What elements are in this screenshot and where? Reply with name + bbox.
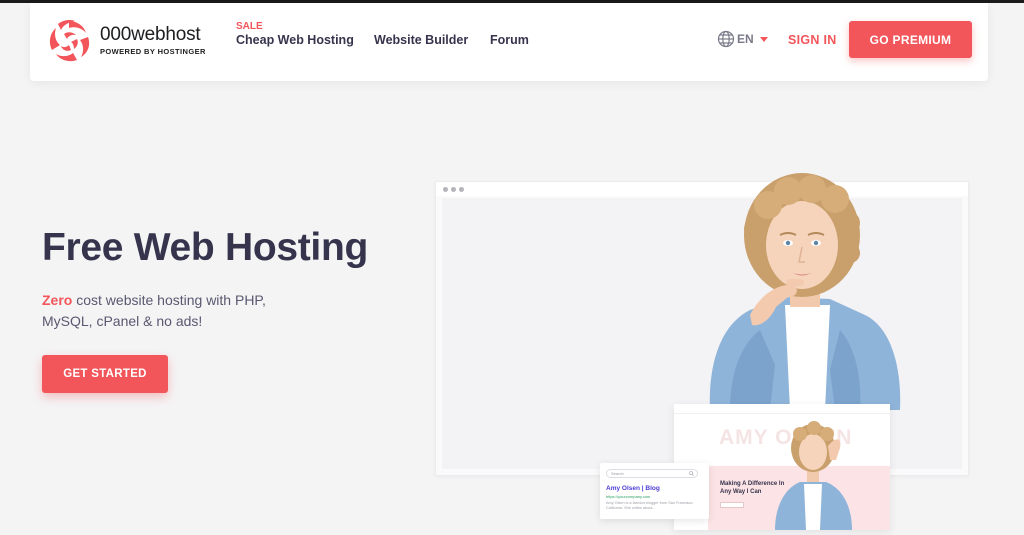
logo-tagline: POWERED BY HOSTINGER bbox=[100, 46, 206, 56]
nav-forum[interactable]: Forum bbox=[490, 33, 529, 47]
window-dot-icon bbox=[459, 187, 464, 192]
window-dot-icon bbox=[443, 187, 448, 192]
language-label: EN bbox=[737, 32, 754, 46]
nav-cheap-web-hosting[interactable]: Cheap Web Hosting bbox=[236, 33, 354, 47]
blog-read-more bbox=[720, 502, 744, 508]
language-selector[interactable]: EN bbox=[717, 30, 768, 48]
caret-down-icon bbox=[759, 36, 768, 42]
hero-subtitle-text: cost website hosting with PHP, MySQL, cP… bbox=[42, 292, 266, 329]
woman-illustration bbox=[709, 173, 901, 410]
search-result-card: Search Amy Olsen | Blog https://yourcomp… bbox=[600, 463, 709, 519]
blog-woman-illustration bbox=[775, 421, 852, 530]
get-started-button[interactable]: GET STARTED bbox=[42, 355, 168, 393]
logo[interactable]: 000webhost POWERED BY HOSTINGER bbox=[44, 17, 206, 63]
search-result-title: Amy Olsen | Blog bbox=[606, 485, 660, 492]
search-preview-field: Search bbox=[606, 469, 698, 478]
sign-in-link[interactable]: SIGN IN bbox=[788, 33, 837, 47]
hero-subtitle-highlight: Zero bbox=[42, 292, 73, 308]
logo-swirl-icon bbox=[49, 20, 90, 62]
hero-title: Free Web Hosting bbox=[42, 226, 369, 269]
search-icon bbox=[689, 471, 694, 476]
blog-preview-toolbar bbox=[674, 404, 890, 414]
hero-subtitle: Zero cost website hosting with PHP, MySQ… bbox=[42, 290, 302, 332]
globe-icon bbox=[717, 30, 735, 48]
logo-name: 000webhost bbox=[100, 23, 201, 45]
nav-website-builder[interactable]: Website Builder bbox=[374, 33, 468, 47]
sale-badge: SALE bbox=[236, 21, 263, 32]
search-result-description: Amy Olsen is a fashion blogger from San … bbox=[606, 501, 694, 510]
go-premium-button[interactable]: GO PREMIUM bbox=[849, 21, 972, 58]
search-preview-placeholder: Search bbox=[611, 471, 624, 476]
window-dot-icon bbox=[451, 187, 456, 192]
site-header: 000webhost POWERED BY HOSTINGER SALE Che… bbox=[30, 3, 988, 81]
search-result-url: https://yourcompany.com bbox=[606, 494, 651, 499]
